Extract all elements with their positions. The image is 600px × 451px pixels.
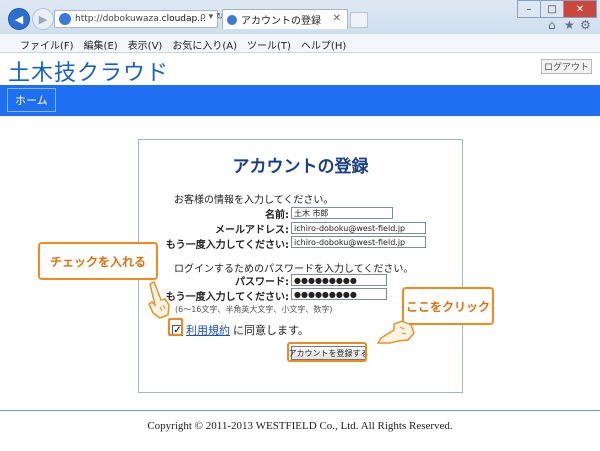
password-label: パスワード:	[235, 277, 289, 288]
home-icon[interactable]: ⌂	[548, 18, 556, 32]
pointing-hand-icon	[148, 280, 170, 319]
email-confirm-field[interactable]: ichiro-doboku@west-field.jp	[291, 236, 426, 248]
gear-icon[interactable]: ⚙	[580, 18, 591, 32]
menu-edit[interactable]: 編集(E)	[84, 37, 118, 52]
close-tab-icon[interactable]: ✕	[333, 13, 341, 24]
back-button[interactable]: ◀	[8, 8, 30, 30]
password-confirm-label: もう一度入力してください:	[165, 292, 289, 303]
menu-tools[interactable]: ツール(T)	[247, 37, 291, 52]
logout-button[interactable]: ログアウト	[540, 59, 592, 74]
name-field[interactable]: 土木 市郎	[291, 207, 393, 219]
checkbox-highlight	[168, 318, 183, 336]
page-title: アカウントの登録	[232, 157, 369, 177]
menu-view[interactable]: 表示(V)	[128, 37, 163, 52]
favorites-star-icon[interactable]: ★	[564, 18, 575, 32]
address-bar[interactable]: http://dobokuwaza.cloudap...	[54, 10, 218, 28]
email-label: メールアドレス:	[215, 225, 289, 236]
tab-account-registration[interactable]: アカウントの登録 ✕	[222, 9, 348, 29]
tab-label: アカウントの登録	[241, 16, 321, 27]
footer-divider	[0, 410, 600, 411]
terms-link[interactable]: 利用規約	[186, 322, 230, 338]
browser-chrome: ◀ ▶ http://dobokuwaza.cloudap... ρ ▾ ↻ ア…	[0, 0, 600, 53]
minimize-button[interactable]: –	[517, 0, 541, 18]
email-field[interactable]: ichiro-doboku@west-field.jp	[291, 222, 426, 234]
button-highlight	[287, 342, 367, 362]
password-intro: ログインするためのパスワードを入力してください。	[174, 264, 414, 275]
arrow-left-icon: ◀	[14, 12, 24, 26]
nav-bar: ホーム	[0, 85, 600, 116]
menu-favorites[interactable]: お気に入り(A)	[172, 37, 237, 52]
address-tools[interactable]: ρ ▾ ↻	[200, 12, 224, 22]
password-field[interactable]: ●●●●●●●●●	[291, 274, 387, 286]
agree-row: ✓ 利用規約 に同意します。	[172, 322, 309, 338]
maximize-button[interactable]: □	[540, 0, 564, 18]
ie-icon	[59, 13, 71, 25]
menu-bar: ファイル(F) 編集(E) 表示(V) お気に入り(A) ツール(T) ヘルプ(…	[0, 36, 600, 52]
menu-help[interactable]: ヘルプ(H)	[301, 37, 346, 52]
site-header: 土木技クラウド ログアウト	[0, 53, 600, 87]
close-window-button[interactable]: ✕	[563, 0, 597, 18]
page-icon	[227, 14, 237, 25]
site-logo[interactable]: 土木技クラウド	[8, 55, 169, 87]
check-callout: チェックを入れる	[38, 242, 158, 280]
pointing-hand-icon	[376, 320, 415, 344]
password-hint: (6〜16文字、半角英大文字、小文字、数字)	[175, 305, 333, 314]
customer-info-intro: お客様の情報を入力してください。	[174, 195, 334, 206]
new-tab-button[interactable]	[350, 12, 368, 28]
menu-file[interactable]: ファイル(F)	[20, 37, 74, 52]
address-url: http://dobokuwaza.cloudap...	[75, 14, 206, 24]
nav-home[interactable]: ホーム	[7, 88, 56, 112]
password-confirm-field[interactable]: ●●●●●●●●●	[291, 288, 387, 300]
arrow-right-icon: ▶	[38, 12, 48, 26]
agree-label: に同意します。	[233, 324, 309, 337]
footer-copyright: Copyright © 2011-2013 WESTFIELD Co., Ltd…	[147, 420, 453, 432]
browser-titlebar: ◀ ▶ http://dobokuwaza.cloudap... ρ ▾ ↻ ア…	[0, 0, 600, 34]
name-label: 名前:	[265, 210, 289, 221]
email-confirm-label: もう一度入力してください:	[165, 240, 289, 251]
forward-button[interactable]: ▶	[32, 8, 54, 30]
